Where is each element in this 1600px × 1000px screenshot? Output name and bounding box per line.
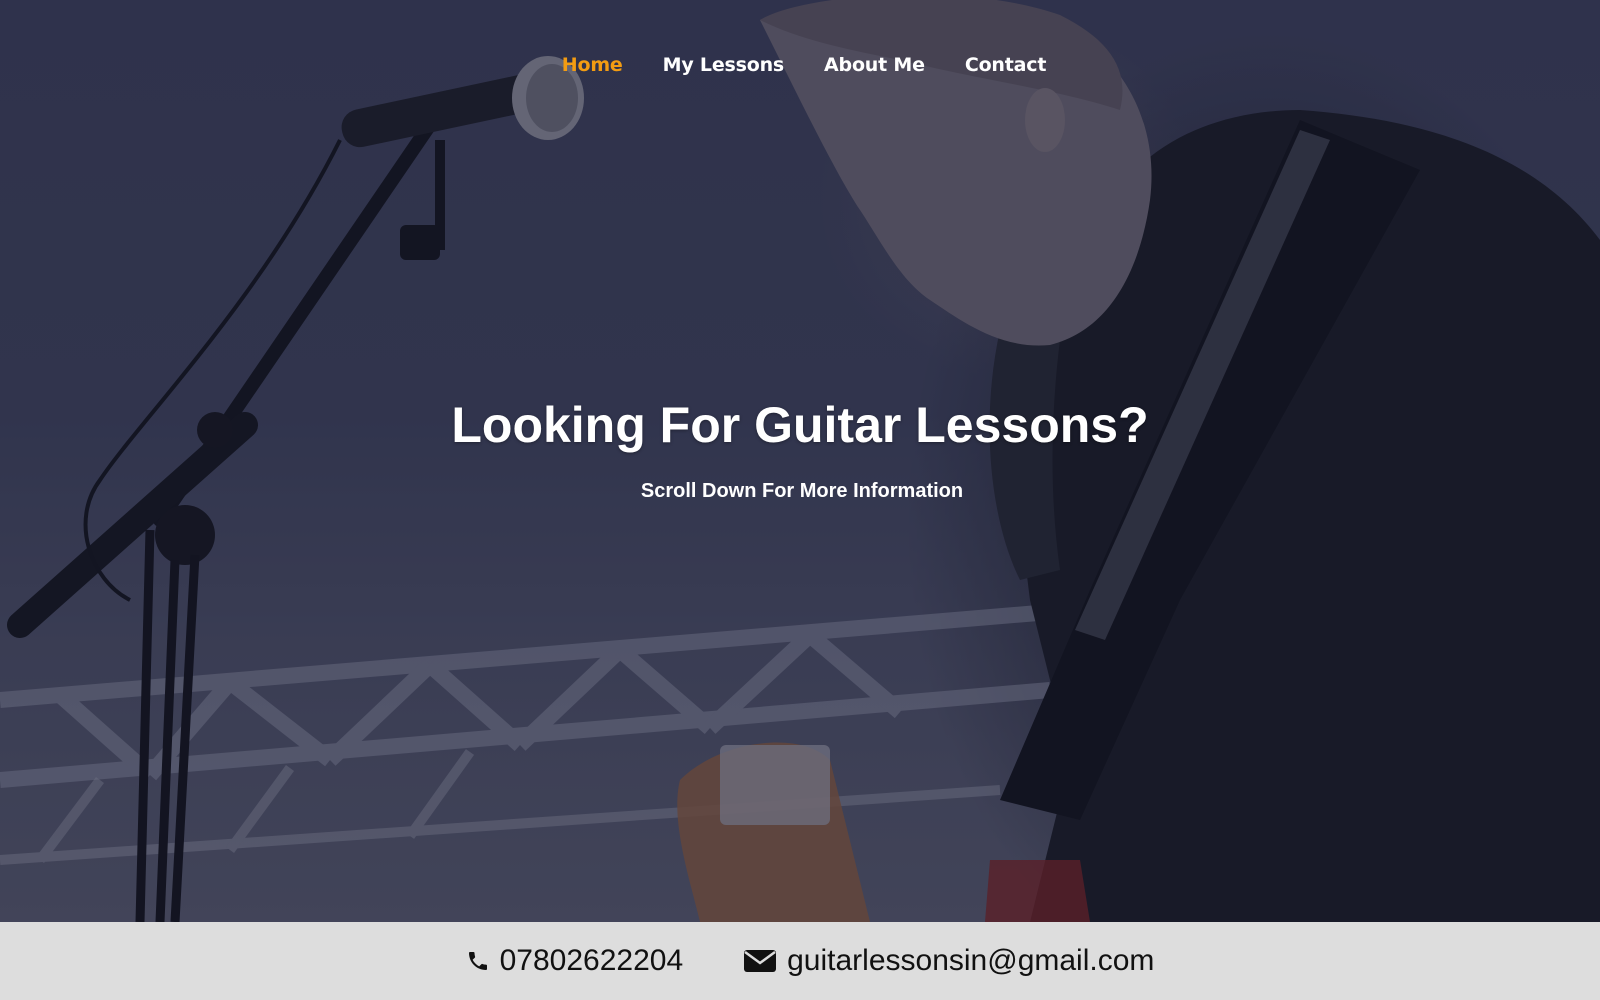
email-address: guitarlessonsin@gmail.com (787, 944, 1155, 977)
phone-link[interactable]: 07802622204 (466, 944, 684, 978)
email-link[interactable]: guitarlessonsin@gmail.com (743, 944, 1154, 978)
phone-icon (466, 948, 490, 974)
hero-section: Home My Lessons About Me Contact Looking… (0, 0, 1600, 922)
contact-bar: 07802622204 guitarlessonsin@gmail.com (0, 922, 1600, 1000)
main-nav: Home My Lessons About Me Contact (0, 54, 1600, 76)
dark-overlay (0, 0, 1600, 922)
nav-contact[interactable]: Contact (965, 54, 1047, 76)
nav-about-me[interactable]: About Me (824, 54, 925, 76)
nav-home[interactable]: Home (562, 54, 623, 76)
phone-number: 07802622204 (499, 944, 684, 977)
nav-my-lessons[interactable]: My Lessons (663, 54, 785, 76)
hero-title: Looking For Guitar Lessons? (451, 397, 1149, 453)
envelope-icon (743, 948, 777, 974)
hero-subtitle: Scroll Down For More Information (640, 480, 964, 502)
